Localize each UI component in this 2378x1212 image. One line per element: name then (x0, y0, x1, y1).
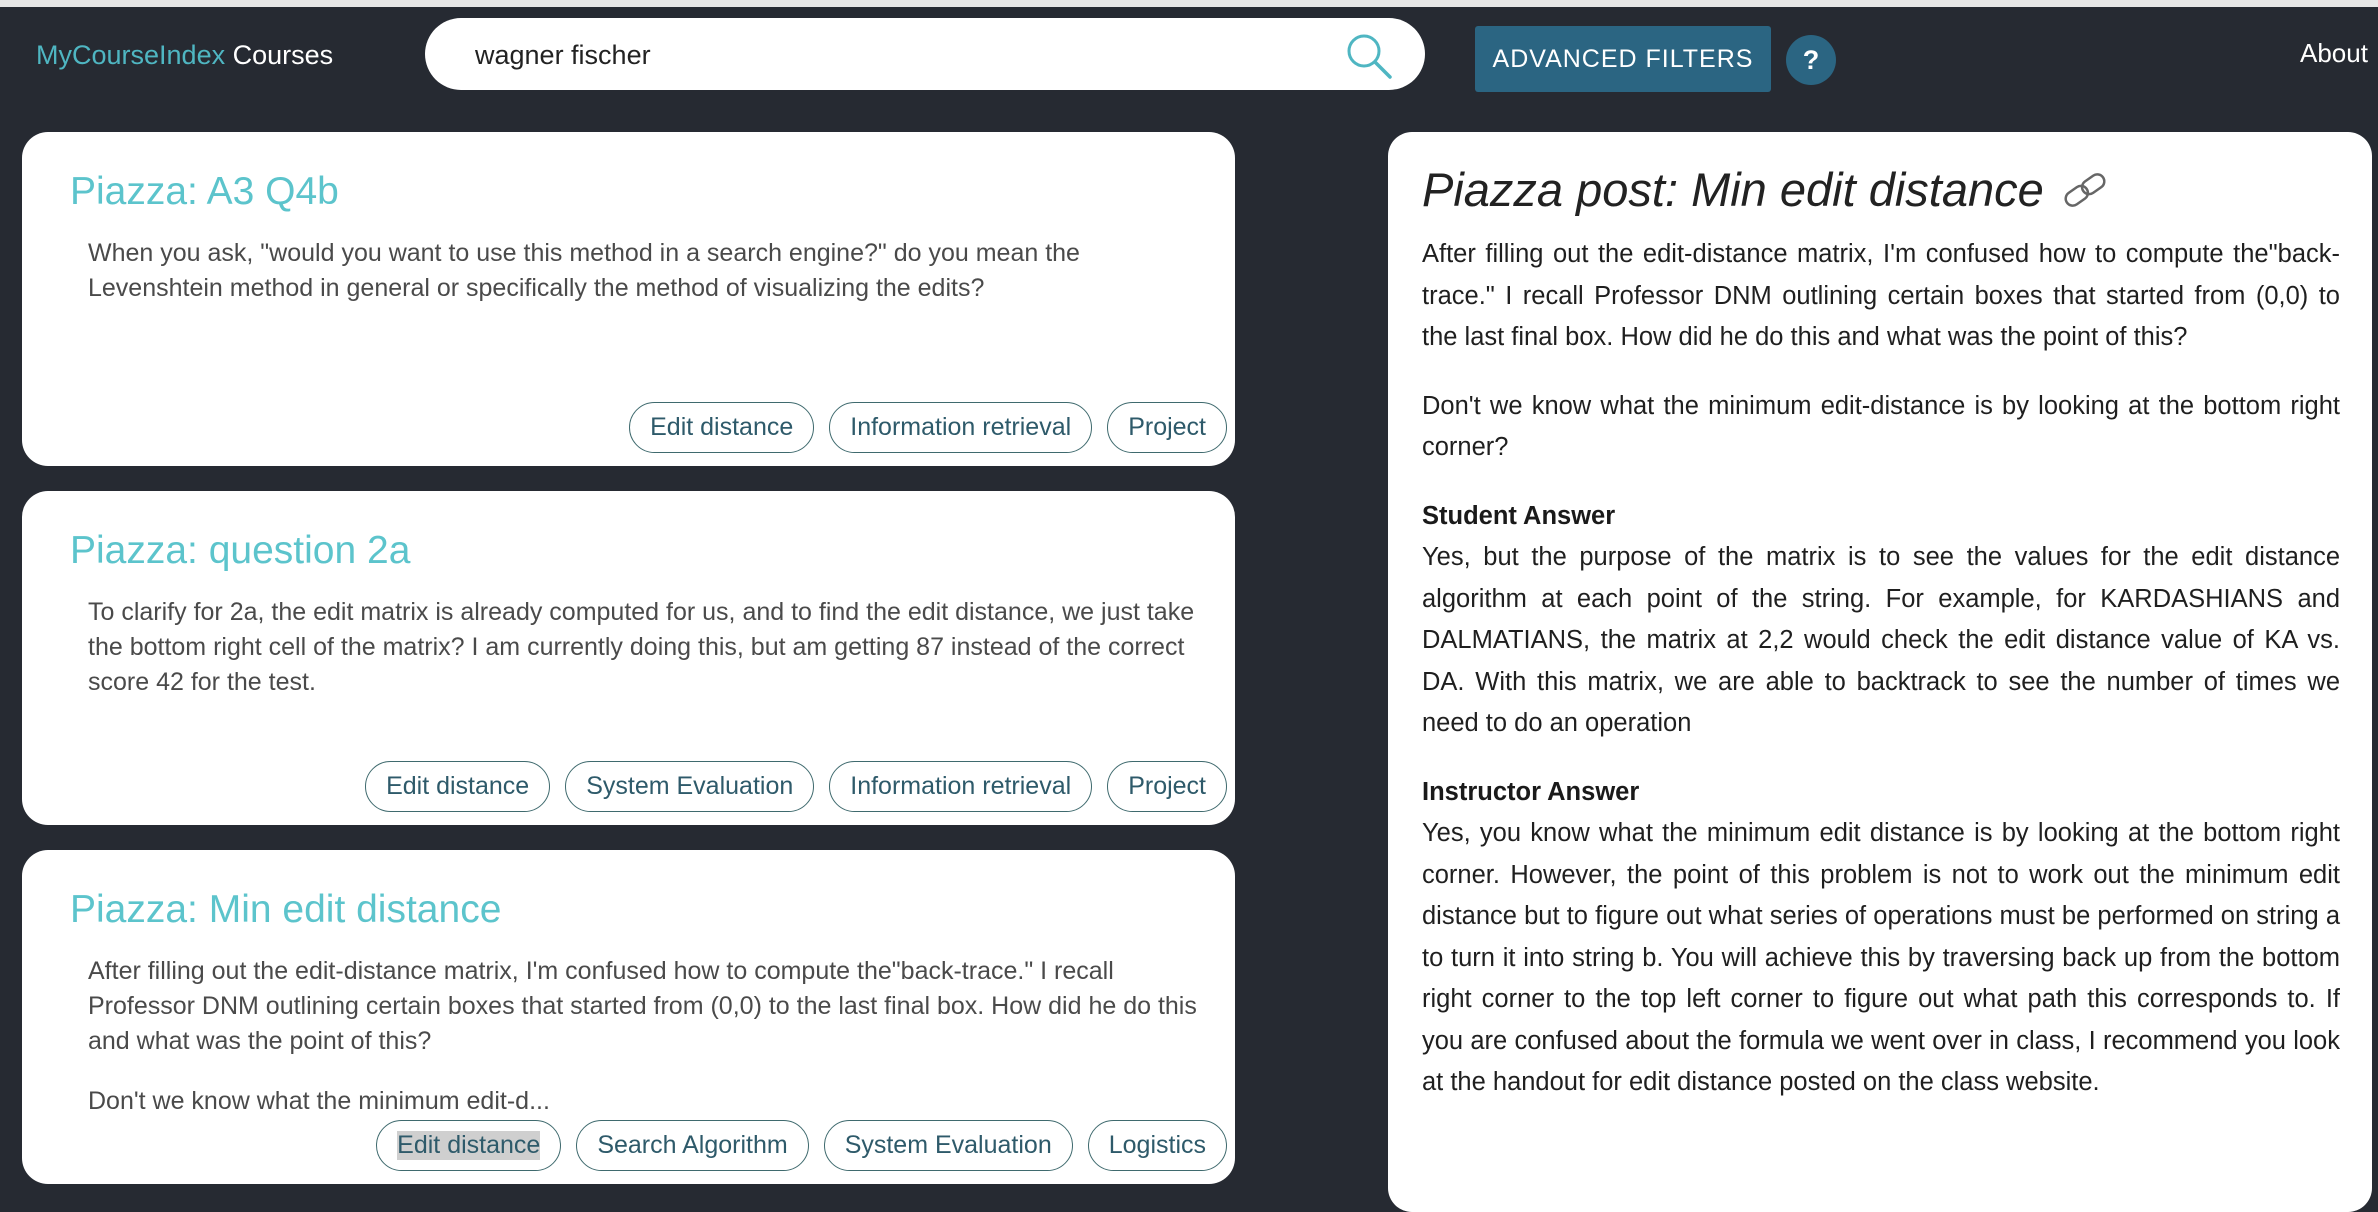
tag-information-retrieval[interactable]: Information retrieval (829, 402, 1093, 453)
post-detail-panel: Piazza post: Min edit distance After fil… (1388, 132, 2372, 1212)
tag-search-algorithm[interactable]: Search Algorithm (576, 1120, 809, 1171)
post-question-followup: Don't we know what the minimum edit-dist… (1422, 391, 2340, 462)
tag-label-highlighted: Edit distance (397, 1131, 541, 1160)
post-body: After filling out the edit-distance matr… (1422, 234, 2340, 1131)
student-answer-text: Yes, but the purpose of the matrix is to… (1422, 543, 2340, 737)
result-snippet-more: Don't we know what the minimum edit-d... (88, 1087, 550, 1115)
tag-list: Edit distance Search Algorithm System Ev… (376, 1120, 1227, 1171)
brand-courses-link[interactable]: Courses (233, 40, 334, 70)
tag-list: Edit distance Information retrieval Proj… (629, 402, 1227, 453)
result-title[interactable]: Piazza: question 2a (70, 529, 410, 573)
result-snippet-text: To clarify for 2a, the edit matrix is al… (88, 598, 1195, 696)
post-title-text: Piazza post: Min edit distance (1422, 163, 2044, 216)
link-icon[interactable] (2058, 170, 2112, 210)
instructor-answer-text: Yes, you know what the minimum edit dist… (1422, 819, 2340, 1096)
result-snippet: When you ask, "would you want to use thi… (88, 236, 1208, 331)
student-answer-section: Student Answer Yes, but the purpose of t… (1422, 496, 2340, 745)
result-card[interactable]: Piazza: question 2a To clarify for 2a, t… (22, 491, 1235, 825)
result-snippet: After filling out the edit-distance matr… (88, 954, 1208, 1144)
tag-edit-distance[interactable]: Edit distance (629, 402, 815, 453)
about-link[interactable]: About (2300, 38, 2368, 69)
instructor-answer-section: Instructor Answer Yes, you know what the… (1422, 772, 2340, 1104)
brand-name[interactable]: MyCourseIndex (36, 40, 225, 70)
window-top-strip (0, 0, 2378, 7)
result-snippet: To clarify for 2a, the edit matrix is al… (88, 595, 1208, 725)
post-title: Piazza post: Min edit distance (1422, 162, 2112, 217)
result-snippet-text: When you ask, "would you want to use thi… (88, 239, 1080, 302)
result-snippet-text: After filling out the edit-distance matr… (88, 957, 1197, 1055)
search-input[interactable] (473, 32, 1337, 78)
brand[interactable]: MyCourseIndex Courses (36, 40, 333, 71)
tag-list: Edit distance System Evaluation Informat… (365, 761, 1227, 812)
tag-project[interactable]: Project (1107, 402, 1227, 453)
result-title[interactable]: Piazza: A3 Q4b (70, 170, 339, 214)
search-bar (425, 18, 1425, 90)
student-answer-label: Student Answer (1422, 501, 1616, 530)
tag-information-retrieval[interactable]: Information retrieval (829, 761, 1093, 812)
advanced-filters-button[interactable]: ADVANCED FILTERS (1475, 26, 1771, 92)
tag-logistics[interactable]: Logistics (1087, 1120, 1227, 1171)
instructor-answer-label: Instructor Answer (1422, 777, 1640, 806)
post-question: After filling out the edit-distance matr… (1422, 240, 2340, 351)
result-card-selected[interactable]: Piazza: Min edit distance After filling … (22, 850, 1235, 1184)
search-icon[interactable] (1340, 28, 1396, 84)
tag-system-evaluation[interactable]: System Evaluation (823, 1120, 1073, 1171)
result-card[interactable]: Piazza: A3 Q4b When you ask, "would you … (22, 132, 1235, 466)
tag-system-evaluation[interactable]: System Evaluation (565, 761, 815, 812)
tag-edit-distance[interactable]: Edit distance (365, 761, 551, 812)
help-button[interactable]: ? (1786, 35, 1836, 85)
result-title[interactable]: Piazza: Min edit distance (70, 888, 501, 932)
tag-project[interactable]: Project (1107, 761, 1227, 812)
tag-edit-distance[interactable]: Edit distance (376, 1120, 562, 1171)
